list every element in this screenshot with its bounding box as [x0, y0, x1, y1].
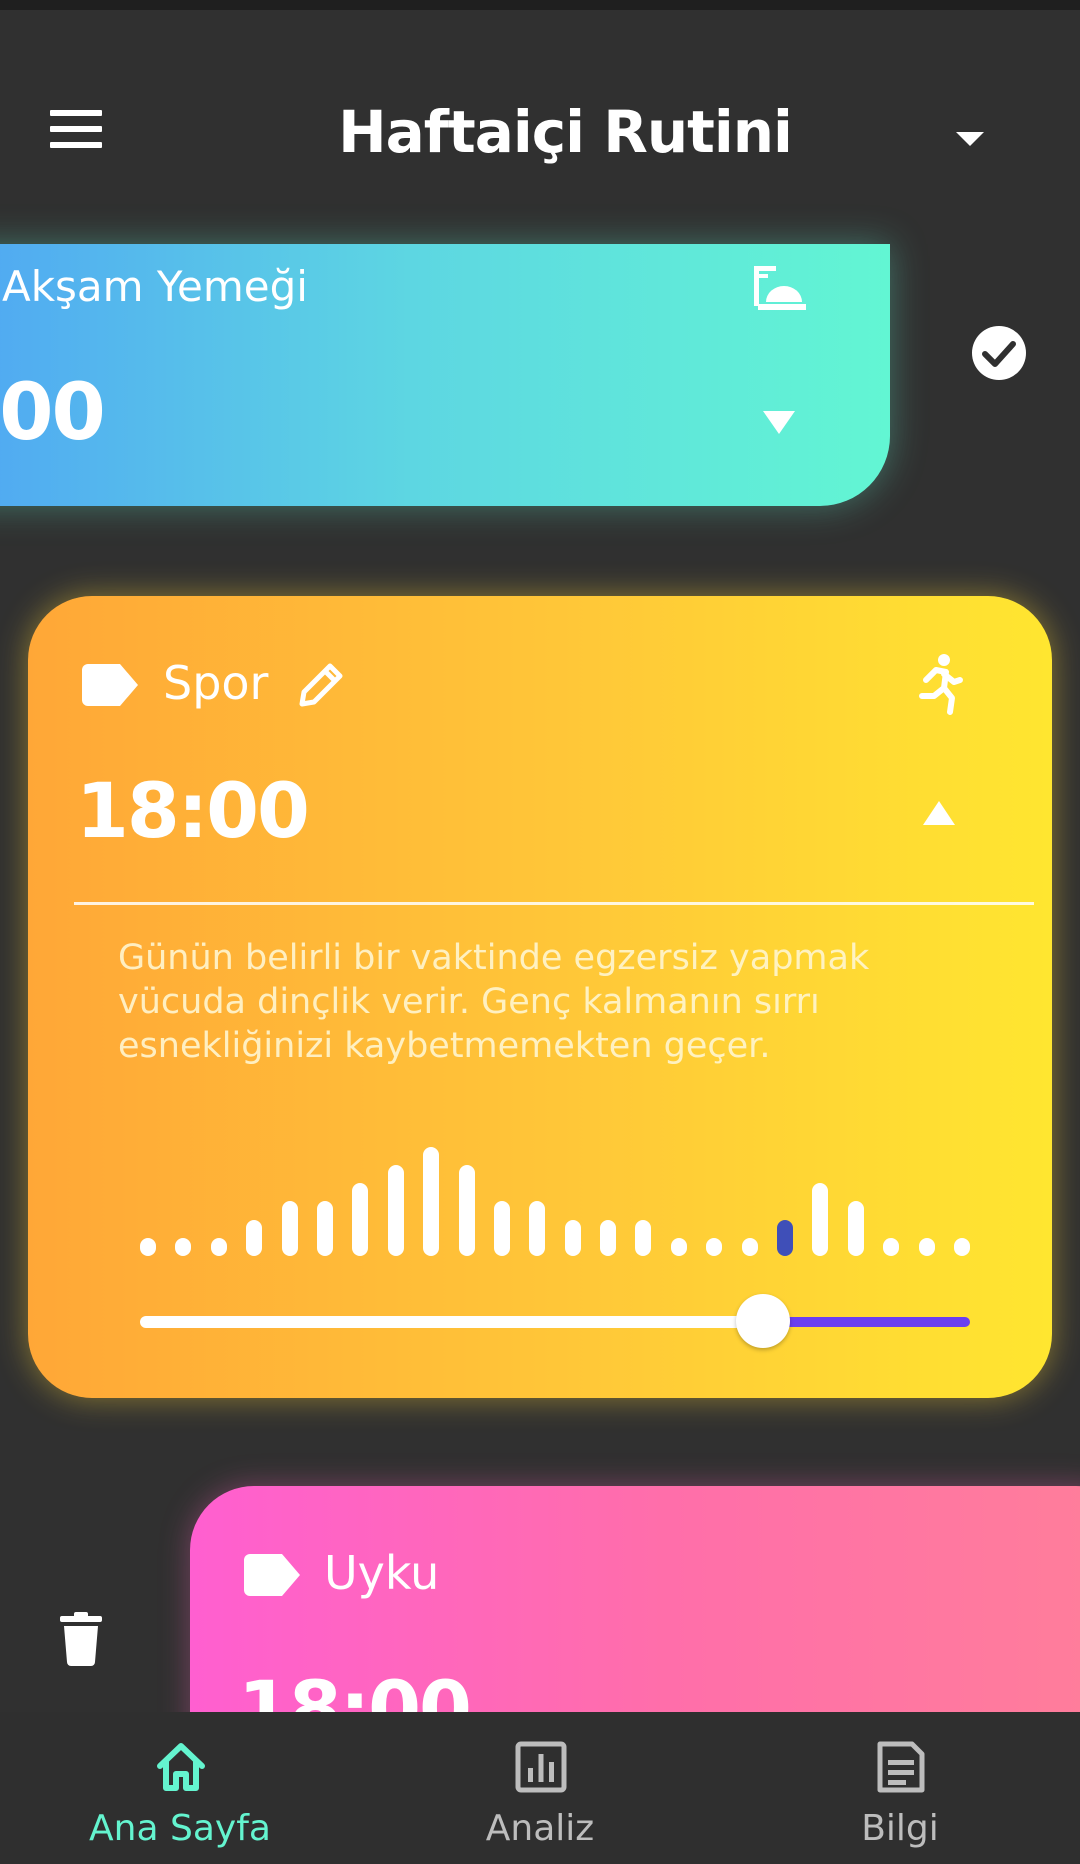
progress-slider[interactable]: [140, 1294, 970, 1348]
routine-card-dinner[interactable]: Akşam Yemeği :00: [0, 244, 890, 506]
bottom-navigation: Ana Sayfa Analiz Bilgi: [0, 1712, 1080, 1864]
status-bar: [0, 0, 1080, 10]
nav-label-home: Ana Sayfa: [89, 1808, 271, 1849]
nav-item-info[interactable]: Bilgi: [720, 1712, 1080, 1864]
slider-thumb[interactable]: [735, 1294, 790, 1348]
label-icon: [82, 664, 138, 706]
slider-track-inactive: [762, 1317, 970, 1327]
expand-less-icon[interactable]: [920, 798, 958, 828]
room-service-icon: [754, 266, 806, 310]
analytics-icon: [515, 1741, 567, 1793]
waveform-bar[interactable]: [741, 1238, 758, 1256]
waveform-bar[interactable]: [210, 1238, 227, 1256]
routine-card-sport[interactable]: Spor 18:00 Günün belirli bir vaktinde eg…: [28, 596, 1052, 1398]
waveform-bar[interactable]: [281, 1200, 298, 1256]
card-description: Günün belirli bir vaktinde egzersiz yapm…: [118, 938, 870, 1066]
document-icon: [877, 1741, 925, 1793]
waveform-bar[interactable]: [352, 1182, 369, 1256]
bed-icon: [1070, 1546, 1080, 1604]
waveform-bar[interactable]: [635, 1220, 652, 1256]
waveform-bar[interactable]: [175, 1238, 192, 1256]
card-time: :00: [0, 368, 106, 458]
card-time: 18:00: [76, 766, 310, 855]
waveform-bar[interactable]: [458, 1164, 475, 1256]
nav-label-info: Bilgi: [861, 1808, 939, 1849]
waveform-bar[interactable]: [777, 1220, 794, 1256]
page-title: Haftaiçi Rutini: [338, 98, 793, 166]
home-icon: [157, 1743, 205, 1791]
waveform-bar[interactable]: [954, 1238, 970, 1256]
app-bar: Haftaiçi Rutini: [0, 10, 1080, 250]
waveform-bar[interactable]: [883, 1238, 900, 1256]
card-divider: [74, 902, 1034, 905]
trash-icon[interactable]: [60, 1612, 102, 1666]
card-title: Spor: [163, 656, 269, 710]
waveform-bar[interactable]: [812, 1182, 829, 1256]
directions-run-icon: [919, 654, 963, 715]
expand-more-icon[interactable]: [760, 408, 798, 436]
waveform-bar[interactable]: [600, 1220, 617, 1256]
waveform-bar[interactable]: [670, 1238, 687, 1256]
waveform-bar[interactable]: [493, 1200, 510, 1256]
waveform-bar[interactable]: [564, 1220, 581, 1256]
check-circle-icon[interactable]: [970, 324, 1028, 382]
waveform-bar[interactable]: [246, 1220, 263, 1256]
waveform-bar[interactable]: [918, 1238, 935, 1256]
waveform-bar[interactable]: [529, 1200, 546, 1256]
card-title: Akşam Yemeği: [2, 262, 308, 311]
audio-waveform[interactable]: [140, 1106, 970, 1256]
waveform-bar[interactable]: [316, 1200, 333, 1256]
waveform-bar[interactable]: [387, 1164, 404, 1256]
waveform-bar[interactable]: [423, 1146, 440, 1256]
arrow-drop-down-icon[interactable]: [948, 122, 992, 152]
edit-pencil-icon[interactable]: [294, 658, 348, 712]
waveform-bar[interactable]: [706, 1238, 723, 1256]
card-title: Uyku: [324, 1546, 440, 1600]
label-icon: [244, 1554, 300, 1596]
nav-item-analysis[interactable]: Analiz: [360, 1712, 720, 1864]
app-root: Haftaiçi Rutini Akşam Yemeği :00 Spor: [0, 0, 1080, 1864]
slider-track-active: [140, 1316, 763, 1328]
nav-item-home[interactable]: Ana Sayfa: [0, 1712, 360, 1864]
nav-label-analysis: Analiz: [485, 1808, 595, 1849]
waveform-bar[interactable]: [847, 1200, 864, 1256]
waveform-bar[interactable]: [140, 1238, 156, 1256]
